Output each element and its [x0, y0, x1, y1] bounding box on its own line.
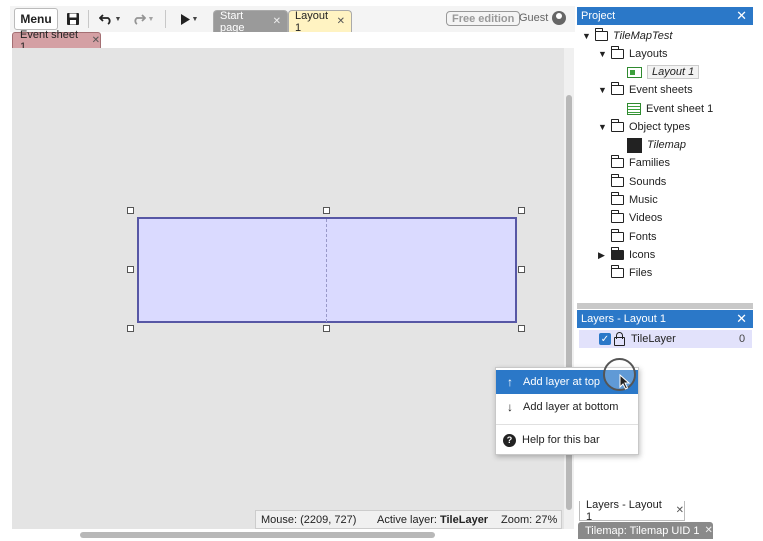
tree-item-layout-1[interactable]: Layout 1	[627, 63, 700, 81]
tab-layers-layout-1[interactable]: Layers - Layout 1 ✕	[579, 498, 685, 523]
tree-item-files[interactable]: Files	[611, 264, 652, 282]
folder-icon	[611, 247, 624, 260]
menu-separator	[496, 424, 638, 425]
panel-title: Layers - Layout 1	[581, 313, 666, 325]
close-icon[interactable]: ✕	[736, 8, 747, 24]
arrow-down-icon: ↓	[507, 400, 513, 414]
folder-icon	[611, 46, 624, 59]
resize-handle-bottom-right[interactable]	[518, 325, 525, 332]
expand-triangle-icon[interactable]: ▼	[598, 122, 607, 132]
play-icon[interactable]: ▼	[175, 9, 203, 29]
tree-item-icons[interactable]: ▶ Icons	[598, 246, 655, 264]
tree-item-layouts[interactable]: ▼ Layouts	[598, 45, 668, 63]
help-icon: ?	[503, 433, 516, 447]
mouse-cursor-icon	[619, 374, 631, 390]
tab-label: Layers - Layout 1	[586, 498, 662, 523]
tree-item-event-sheet-1[interactable]: Event sheet 1	[627, 100, 713, 118]
lock-icon[interactable]	[614, 332, 625, 346]
active-layer-status: Active layer: TileLayer	[377, 513, 489, 526]
folder-icon	[611, 155, 624, 168]
layer-visible-checkbox[interactable]: ✓	[599, 333, 611, 345]
menu-button[interactable]: Menu	[14, 8, 58, 30]
close-icon[interactable]: ✕	[705, 525, 713, 536]
menu-item-add-layer-bottom[interactable]: ↓ Add layer at bottom	[496, 395, 638, 419]
menu-item-help[interactable]: ? Help for this bar	[496, 428, 638, 452]
play-dropdown-icon[interactable]: ▼	[192, 16, 199, 23]
tree-item-music[interactable]: Music	[611, 191, 658, 209]
panel-splitter[interactable]	[577, 303, 753, 309]
resize-handle-bottom[interactable]	[323, 325, 330, 332]
expand-triangle-icon[interactable]: ▼	[598, 49, 607, 59]
resize-handle-bottom-left[interactable]	[127, 325, 134, 332]
project-tree: ▼ TileMapTest ▼ Layouts Layout 1 ▼ Event…	[577, 25, 753, 305]
horizontal-scrollbar-thumb[interactable]	[80, 532, 435, 538]
user-label: Guest	[519, 12, 549, 24]
tab-event-sheet-1[interactable]: Event sheet 1 ✕	[12, 29, 101, 53]
save-icon[interactable]	[65, 9, 81, 29]
tree-item-sounds[interactable]: Sounds	[611, 173, 666, 191]
tilemap-icon	[627, 137, 642, 153]
layer-instance-count: 0	[739, 333, 746, 345]
toolbar-separator	[88, 10, 89, 28]
object-center-guide	[326, 219, 327, 322]
arrow-up-icon: ↑	[507, 375, 513, 389]
folder-icon	[611, 210, 624, 223]
tree-item-object-types[interactable]: ▼ Object types	[598, 118, 690, 136]
folder-icon	[611, 174, 624, 187]
resize-handle-top[interactable]	[323, 207, 330, 214]
resize-handle-top-right[interactable]	[518, 207, 525, 214]
undo-icon[interactable]: ▼	[96, 9, 124, 29]
folder-icon	[611, 82, 624, 95]
tree-item-videos[interactable]: Videos	[611, 209, 662, 227]
layers-panel-header: Layers - Layout 1 ✕	[577, 310, 753, 328]
folder-icon	[611, 265, 624, 278]
close-icon[interactable]: ✕	[337, 16, 345, 27]
user-account[interactable]: Guest	[519, 11, 567, 25]
status-bar: Mouse: (2209, 727) Active layer: TileLay…	[255, 510, 562, 529]
tilemap-object[interactable]	[137, 217, 517, 323]
zoom-status: Zoom: 27%	[501, 513, 558, 526]
folder-icon	[611, 119, 624, 132]
undo-dropdown-icon[interactable]: ▼	[115, 16, 122, 23]
mouse-position: Mouse: (2209, 727)	[261, 513, 357, 526]
tab-layout-1[interactable]: Layout 1 ✕	[288, 9, 352, 34]
tree-item-root[interactable]: ▼ TileMapTest	[582, 27, 672, 45]
project-panel-header: Project ✕	[577, 7, 753, 25]
folder-icon	[611, 192, 624, 205]
redo-icon[interactable]: ▼	[129, 9, 157, 29]
free-edition-badge[interactable]: Free edition	[446, 11, 521, 26]
tree-item-tilemap[interactable]: Tilemap	[627, 136, 686, 154]
folder-icon	[611, 229, 624, 242]
tab-start-page[interactable]: Start page ✕	[213, 9, 288, 34]
event-sheet-icon	[627, 103, 641, 115]
collapse-triangle-icon[interactable]: ▶	[598, 250, 607, 261]
tree-item-event-sheets[interactable]: ▼ Event sheets	[598, 81, 693, 99]
layer-name: TileLayer	[631, 333, 676, 345]
redo-dropdown-icon[interactable]: ▼	[148, 16, 155, 23]
tab-tilemap[interactable]: Tilemap: Tilemap UID 1 ✕	[578, 522, 713, 539]
close-icon[interactable]: ✕	[676, 505, 684, 516]
tab-label: Tilemap: Tilemap UID 1	[585, 524, 700, 537]
tree-item-families[interactable]: Families	[611, 154, 670, 172]
close-icon[interactable]: ✕	[736, 311, 747, 327]
resize-handle-top-left[interactable]	[127, 207, 134, 214]
layout-icon	[627, 66, 642, 78]
tree-item-fonts[interactable]: Fonts	[611, 228, 657, 246]
panel-title: Project	[581, 10, 616, 22]
tab-label: Layout 1	[295, 9, 329, 34]
user-avatar-icon	[552, 11, 567, 25]
resize-handle-left[interactable]	[127, 266, 134, 273]
main-toolbar: Menu ▼ ▼ ▼ Start page ✕ Layout 1 ✕ Free	[10, 6, 575, 34]
layer-row-tilelayer[interactable]: ✓ TileLayer 0	[579, 330, 752, 348]
resize-handle-right[interactable]	[518, 266, 525, 273]
expand-triangle-icon[interactable]: ▼	[598, 85, 607, 95]
close-icon[interactable]: ✕	[273, 16, 281, 27]
close-icon[interactable]: ✕	[92, 35, 100, 46]
expand-triangle-icon[interactable]: ▼	[582, 31, 591, 41]
tab-label: Start page	[220, 9, 245, 34]
toolbar-separator	[165, 10, 166, 28]
folder-icon	[595, 28, 608, 41]
